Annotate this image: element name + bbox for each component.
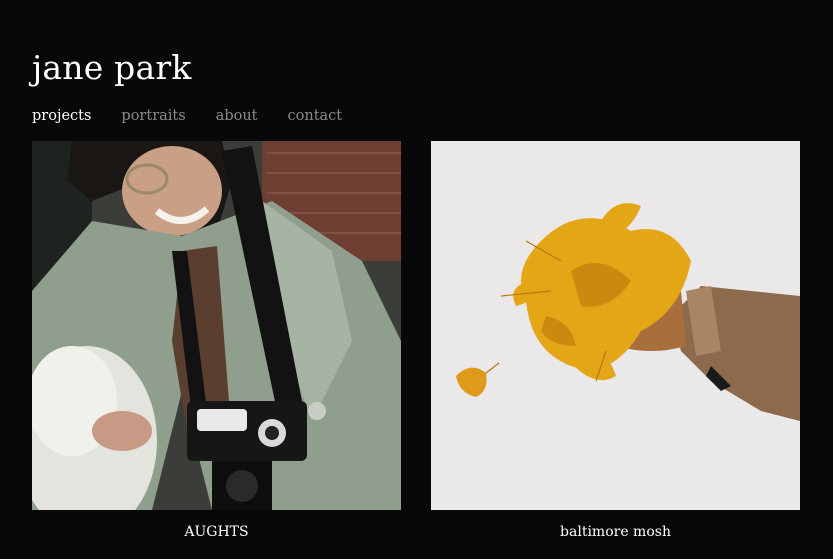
main-nav: projects portraits about contact xyxy=(32,105,372,127)
nav-item-projects[interactable]: projects xyxy=(32,105,91,127)
nav-item-about[interactable]: about xyxy=(216,105,258,127)
project-caption[interactable]: baltimore mosh xyxy=(431,523,800,541)
nav-item-contact[interactable]: contact xyxy=(288,105,343,127)
project-thumbnail-baltimore-mosh[interactable] xyxy=(431,141,800,510)
nav-item-portraits[interactable]: portraits xyxy=(121,105,185,127)
project-card-aughts[interactable]: AUGHTS xyxy=(32,141,401,541)
project-caption[interactable]: AUGHTS xyxy=(32,523,401,541)
projects-grid: AUGHTS baltimore mosh xyxy=(32,141,800,551)
site-title[interactable]: jane park xyxy=(32,46,192,90)
project-card-baltimore-mosh[interactable]: baltimore mosh xyxy=(431,141,800,541)
project-thumbnail-aughts[interactable] xyxy=(32,141,401,510)
